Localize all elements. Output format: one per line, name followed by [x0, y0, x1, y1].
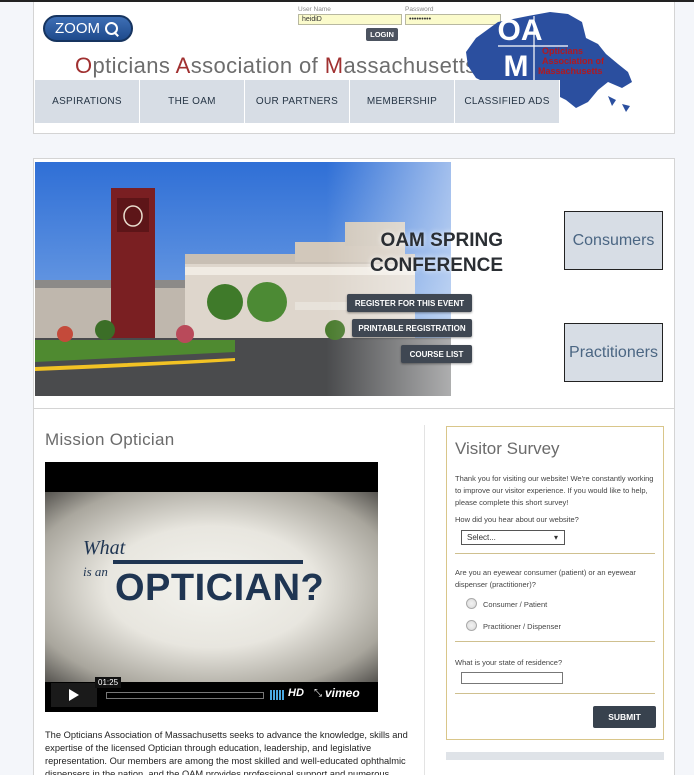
- login-button[interactable]: LOGIN: [366, 28, 398, 41]
- fullscreen-icon[interactable]: ⤡: [314, 689, 324, 699]
- video-frame[interactable]: What is an OPTICIAN?: [45, 492, 378, 682]
- site-title[interactable]: Opticians Association of Massachusetts: [75, 53, 477, 79]
- visitor-survey: Visitor Survey Thank you for visiting ou…: [446, 426, 664, 740]
- nav-the-oam[interactable]: THE OAM: [140, 80, 245, 123]
- consumer-radio[interactable]: [466, 598, 477, 609]
- consumer-radio-label: Consumer / Patient: [483, 600, 548, 609]
- survey-intro: Thank you for visiting our website! We'r…: [455, 474, 654, 507]
- column-divider: [424, 425, 425, 775]
- course-list-button[interactable]: COURSE LIST: [401, 345, 472, 363]
- zoom-button[interactable]: ZOOM: [43, 15, 133, 42]
- nav-classified-ads[interactable]: CLASSIFIED ADS: [455, 80, 560, 123]
- mission-title: Mission Optician: [45, 430, 175, 449]
- title-part-2: ssociation of: [190, 53, 325, 78]
- consumers-button[interactable]: Consumers: [564, 211, 663, 270]
- video-controls: 01:25 HD ⤡ vimeo: [51, 677, 372, 707]
- logo-letters-top: OA: [498, 14, 543, 47]
- title-part-3: assachusetts: [343, 53, 477, 78]
- practitioner-radio[interactable]: [466, 620, 477, 631]
- zoom-label: ZOOM: [55, 20, 100, 37]
- survey-separator: [455, 693, 655, 694]
- video-time: 01:25: [95, 677, 122, 688]
- hd-toggle[interactable]: HD: [288, 687, 304, 699]
- magnifier-icon: [104, 21, 120, 37]
- video-title-what: What: [83, 537, 126, 559]
- video-title-is-an: is an: [83, 564, 108, 579]
- printable-registration-button[interactable]: PRINTABLE REGISTRATION: [352, 319, 472, 337]
- sidebar-strip: [446, 752, 664, 760]
- practitioner-radio-label: Practitioner / Dispenser: [483, 622, 561, 631]
- main-nav: ASPIRATIONS THE OAM OUR PARTNERS MEMBERS…: [35, 80, 560, 123]
- video-player[interactable]: What is an OPTICIAN? 01:25 HD ⤡ vimeo: [45, 462, 378, 712]
- conference-title-line-1: OAM SPRING: [380, 230, 503, 251]
- survey-separator: [455, 641, 655, 642]
- hero-section: OAM SPRING CONFERENCE REGISTER FOR THIS …: [33, 158, 675, 409]
- username-input[interactable]: heidiD: [298, 14, 402, 25]
- username-label: User Name: [298, 6, 331, 13]
- title-part-1: pticians: [92, 53, 176, 78]
- conference-title: OAM SPRING CONFERENCE: [323, 228, 503, 278]
- logo-line-1: Opticians: [542, 46, 583, 56]
- source-select[interactable]: Select...: [461, 530, 565, 545]
- mission-text: The Opticians Association of Massachuset…: [45, 730, 408, 775]
- site-header: ZOOM User Name heidiD Password •••••••••…: [33, 2, 675, 134]
- title-initial-m: M: [324, 53, 344, 78]
- state-input[interactable]: [461, 672, 563, 684]
- vimeo-logo[interactable]: vimeo: [325, 686, 360, 700]
- password-label: Password: [405, 6, 434, 13]
- volume-icon[interactable]: [270, 690, 284, 700]
- content-section: Mission Optician What is an OPTICIAN? 01…: [33, 409, 675, 775]
- practitioners-button[interactable]: Practitioners: [564, 323, 663, 382]
- nav-aspirations[interactable]: ASPIRATIONS: [35, 80, 140, 123]
- survey-question-3: What is your state of residence?: [455, 658, 563, 667]
- title-initial-o: O: [75, 53, 93, 78]
- survey-title: Visitor Survey: [455, 439, 560, 458]
- play-icon: [69, 689, 79, 701]
- hotel-photo: [35, 162, 451, 396]
- logo-line-2: Association of: [542, 56, 605, 66]
- nav-membership[interactable]: MEMBERSHIP: [350, 80, 455, 123]
- register-event-button[interactable]: REGISTER FOR THIS EVENT: [347, 294, 472, 312]
- logo-line-3: Massachusetts: [538, 66, 603, 76]
- nav-our-partners[interactable]: OUR PARTNERS: [245, 80, 350, 123]
- survey-question-1: How did you hear about our website?: [455, 515, 579, 524]
- play-button[interactable]: [51, 683, 97, 707]
- logo-letter-bottom: M: [504, 50, 529, 83]
- survey-question-2: Are you an eyewear consumer (patient) or…: [455, 568, 636, 589]
- video-title-main: OPTICIAN?: [115, 567, 324, 609]
- title-initial-a: A: [175, 53, 191, 78]
- video-progress-bar[interactable]: [106, 692, 264, 699]
- survey-separator: [455, 553, 655, 554]
- submit-button[interactable]: SUBMIT: [593, 706, 656, 728]
- conference-title-line-2: CONFERENCE: [369, 255, 503, 276]
